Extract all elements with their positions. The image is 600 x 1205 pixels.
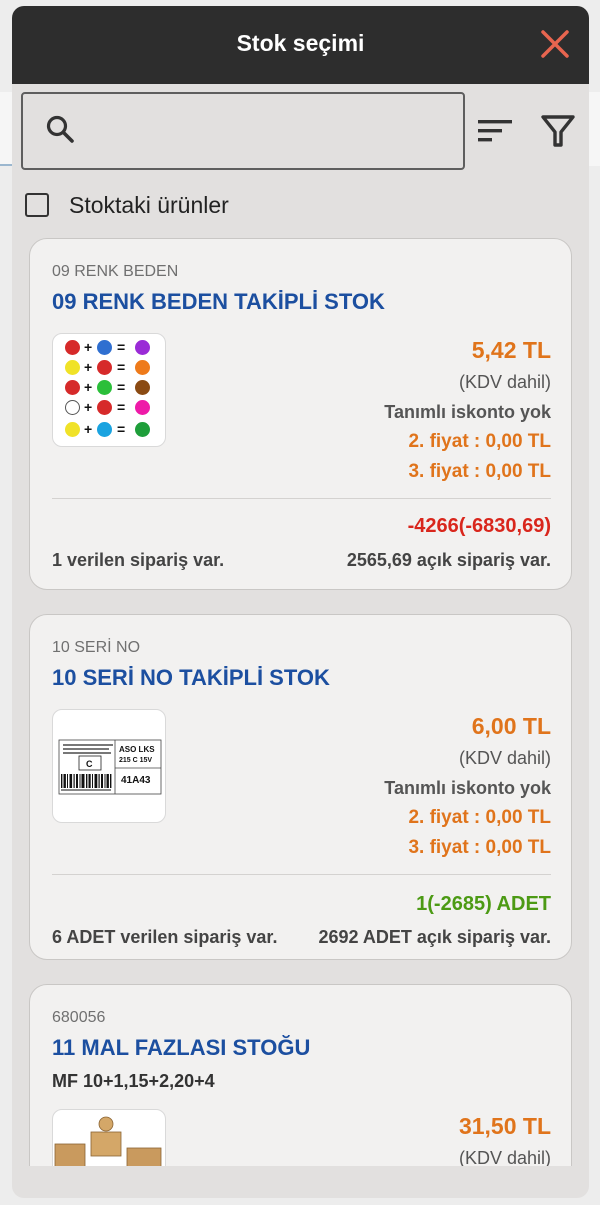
product-name: 09 RENK BEDEN TAKİPLİ STOK [52,289,385,314]
product-card[interactable]: 680056 11 MAL FAZLASI STOĞU MF 10+1,15+2… [29,984,572,1166]
sort-button[interactable] [476,114,516,148]
stock-quantity: -4266(-6830,69) [407,515,551,537]
in-stock-label: Stoktaki ürünler [69,191,229,218]
color-dot [65,340,80,355]
product-card[interactable]: 10 SERİ NO 10 SERİ NO TAKİPLİ STOK ASO L… [29,614,572,960]
product-name: 10 SERİ NO TAKİPLİ STOK [52,665,330,690]
label-text: 215 C 15V [119,757,152,764]
price: 5,42 TL [471,337,551,363]
filter-button[interactable] [540,112,576,150]
plus-sign: + [84,359,93,375]
color-dot [65,400,80,415]
color-dot [97,380,112,395]
color-dot [97,360,112,375]
product-image: + = + = + = + = + = [52,333,166,447]
vat-note: (KDV dahil) [458,372,551,392]
stock-selection-modal: Stok seçimi Stoktaki ürünler 09 RENK BED… [12,6,589,1198]
equals-sign: = [117,421,126,437]
close-button[interactable] [537,26,573,62]
search-input[interactable] [87,108,451,154]
search-box [21,92,465,170]
product-image: ASO LKS 215 C 15V C 41A43 [52,709,166,823]
price: 31,50 TL [458,1113,551,1139]
second-price: 2. fiyat : 0,00 TL [408,431,551,452]
product-card[interactable]: 09 RENK BEDEN 09 RENK BEDEN TAKİPLİ STOK… [29,238,572,590]
color-dot [135,360,150,375]
vat-note: (KDV dahil) [458,748,551,768]
third-price: 3. fiyat : 0,00 TL [408,461,551,482]
card-divider [52,498,551,499]
barcode-label: ASO LKS 215 C 15V C 41A43 [58,739,162,795]
color-dot [65,380,80,395]
color-dot [97,422,112,437]
equals-sign: = [117,359,126,375]
discount-info: Tanımlı iskonto yok [384,402,551,422]
plus-sign: + [84,379,93,395]
color-dot [135,340,150,355]
product-code: 680056 [52,1009,106,1026]
price-info: 31,50 TL (KDV dahil) [459,1111,551,1166]
stock-quantity: 1(-2685) ADET [416,893,551,915]
third-price: 3. fiyat : 0,00 TL [408,837,551,858]
given-orders: 1 verilen sipariş var. [52,550,225,570]
cardboard-boxes [54,1116,162,1166]
modal-header: Stok seçimi [12,6,589,84]
price: 6,00 TL [471,713,551,739]
vat-note: (KDV dahil) [458,1148,551,1166]
open-orders: 2692 ADET açık sipariş var. [318,927,551,947]
color-dot [65,360,80,375]
equals-sign: = [117,399,126,415]
close-icon [541,30,569,58]
color-dot [65,422,80,437]
product-code: 09 RENK BEDEN [52,263,179,280]
plus-sign: + [84,399,93,415]
color-mixing-chart: + = + = + = + = + = [53,334,165,446]
product-subtitle: MF 10+1,15+2,20+4 [52,1071,215,1091]
sort-icon [478,120,512,142]
discount-info: Tanımlı iskonto yok [384,778,551,798]
label-text: ASO LKS [119,745,155,754]
price-info: 5,42 TL (KDV dahil) Tanımlı iskonto yok … [384,335,551,487]
open-orders: 2565,69 açık sipariş var. [346,550,551,570]
modal-title: Stok seçimi [236,30,365,56]
price-info: 6,00 TL (KDV dahil) Tanımlı iskonto yok … [384,711,551,863]
filter-icon [541,115,575,147]
plus-sign: + [84,339,93,355]
plus-sign: + [84,421,93,437]
equals-sign: = [117,379,126,395]
given-orders: 6 ADET verilen sipariş var. [52,927,278,947]
label-text: C [86,759,93,769]
card-divider [52,874,551,875]
label-text: 41A43 [121,775,151,786]
product-list[interactable]: 09 RENK BEDEN 09 RENK BEDEN TAKİPLİ STOK… [29,238,574,1166]
product-name: 11 MAL FAZLASI STOĞU [52,1035,311,1060]
color-dot [135,422,150,437]
in-stock-checkbox[interactable] [25,193,49,217]
product-code: 10 SERİ NO [52,639,141,656]
product-image [52,1109,166,1166]
equals-sign: = [117,339,126,355]
search-icon [46,115,74,143]
color-dot [97,400,112,415]
color-dot [135,400,150,415]
second-price: 2. fiyat : 0,00 TL [408,807,551,828]
color-dot [97,340,112,355]
in-stock-filter[interactable]: Stoktaki ürünler [25,190,229,220]
color-dot [135,380,150,395]
